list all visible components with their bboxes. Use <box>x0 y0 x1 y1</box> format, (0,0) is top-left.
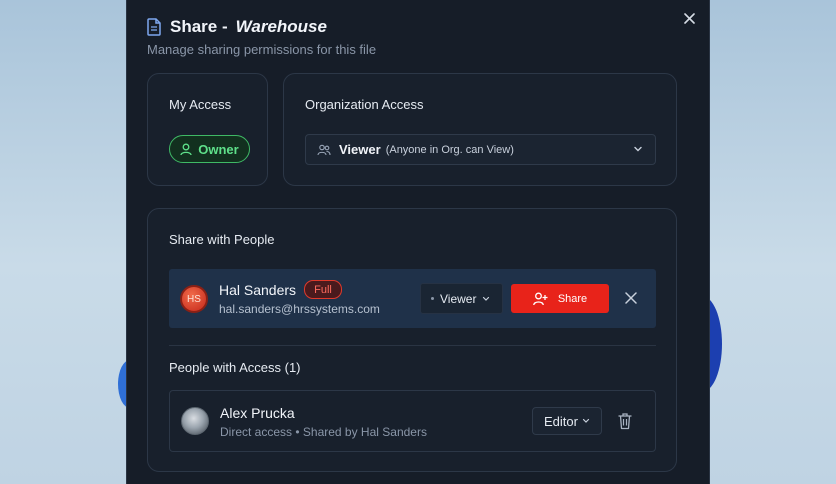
share-button-label: Share <box>557 292 588 305</box>
invitee-role-select[interactable]: Viewer <box>420 283 503 314</box>
chevron-down-icon <box>634 146 642 152</box>
share-with-people-label: Share with People <box>169 232 275 247</box>
chevron-down-icon <box>582 418 590 423</box>
people-with-access-label: People with Access (1) <box>169 360 301 375</box>
close-button[interactable] <box>679 8 699 28</box>
avatar-initials: HS <box>187 293 201 305</box>
user-icon <box>180 143 192 155</box>
share-with-people-card: Share with People HS Hal Sanders Full ha… <box>147 208 677 472</box>
dialog-title-filename: Warehouse <box>235 17 327 36</box>
invitee-role-label: Viewer <box>440 291 477 306</box>
divider <box>169 345 656 346</box>
person-role-select[interactable]: Editor <box>532 407 602 435</box>
dialog-subtitle: Manage sharing permissions for this file <box>147 42 377 57</box>
share-dialog: Share - Warehouse Manage sharing permiss… <box>126 0 710 484</box>
organization-access-label: Organization Access <box>305 97 424 112</box>
person-name: Alex Prucka <box>220 405 295 421</box>
my-access-label: My Access <box>169 97 232 112</box>
bullet-icon <box>431 297 434 300</box>
invitee-row: HS Hal Sanders Full hal.sanders@hrssyste… <box>169 269 656 328</box>
add-user-icon <box>532 292 548 305</box>
list-item: Alex Prucka Direct access • Shared by Ha… <box>169 390 656 452</box>
avatar <box>181 407 209 435</box>
owner-badge-label: Owner <box>198 141 239 157</box>
share-button[interactable]: Share <box>511 284 609 313</box>
organization-role-description: (Anyone in Org. can View) <box>385 143 514 156</box>
invitee-name: Hal Sanders <box>219 282 297 298</box>
document-icon <box>147 18 161 36</box>
invitee-email: hal.sanders@hrssystems.com <box>219 302 380 316</box>
my-access-card: My Access Owner <box>147 73 268 186</box>
person-role-label: Editor <box>544 413 578 429</box>
person-access-detail: Direct access • Shared by Hal Sanders <box>220 425 427 439</box>
organization-access-select[interactable]: Viewer (Anyone in Org. can View) <box>305 134 656 165</box>
avatar: HS <box>180 285 208 313</box>
trash-icon[interactable] <box>617 412 633 430</box>
close-icon <box>683 12 695 24</box>
dialog-title-prefix: Share - <box>170 17 228 36</box>
organization-role: Viewer <box>339 142 381 157</box>
group-icon <box>317 144 331 155</box>
organization-access-card: Organization Access Viewer (Anyone in Or… <box>283 73 677 186</box>
chevron-down-icon <box>483 296 490 301</box>
close-icon[interactable] <box>624 291 638 305</box>
owner-badge: Owner <box>169 135 250 163</box>
access-level-badge: Full <box>304 280 342 299</box>
dialog-title: Share - Warehouse <box>147 17 327 37</box>
